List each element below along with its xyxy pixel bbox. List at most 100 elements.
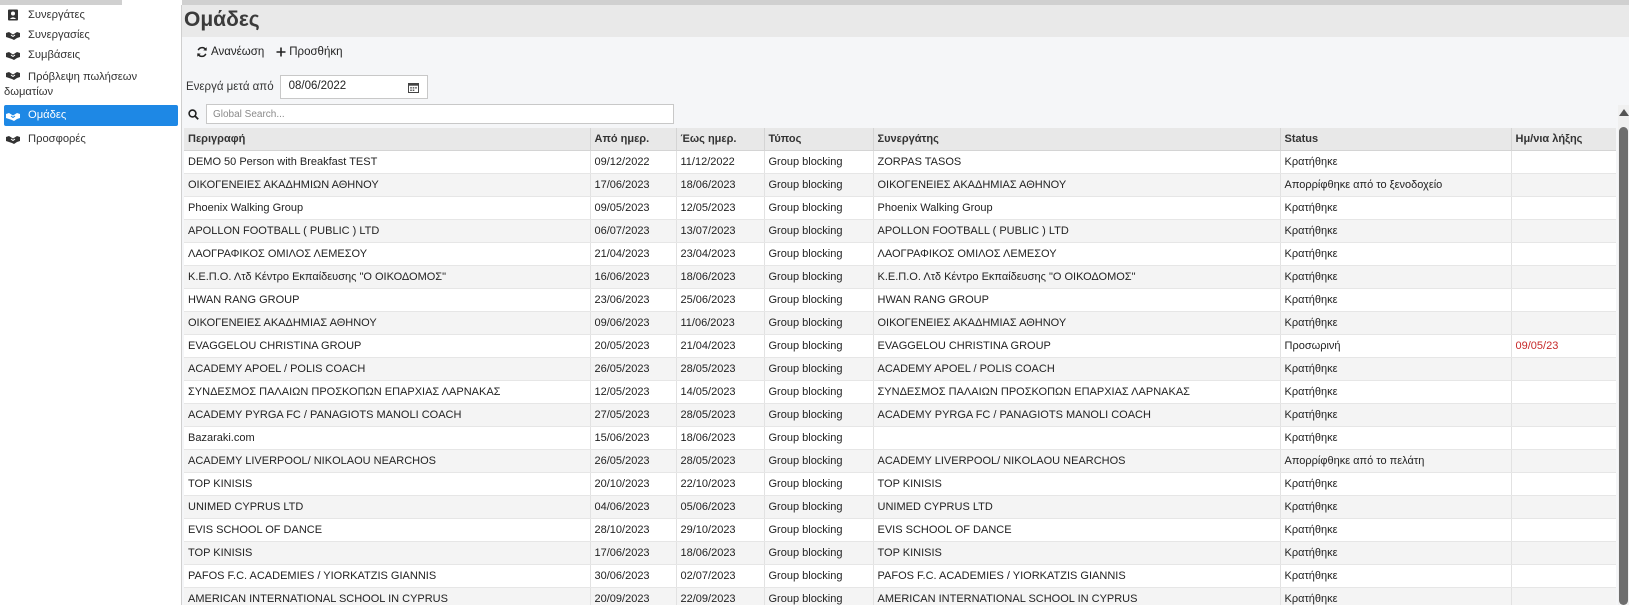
table-row[interactable]: EVIS SCHOOL OF DANCE 28/10/2023 29/10/2023…	[184, 518, 1616, 542]
table-row[interactable]: ΟΙΚΟΓΕΝΕΙΕΣ ΑΚΑΔΗΜΙΑΣ ΑΘΗΝΟΥ 09/06/2023 11…	[184, 311, 1616, 335]
cell-type: Group blocking	[764, 219, 874, 243]
sidebar-item-groups[interactable]: Ομάδες	[4, 105, 178, 126]
scroll-up-arrow-icon[interactable]	[1619, 109, 1629, 116]
cell-description: EVAGGELOU CHRISTINA GROUP	[184, 334, 591, 358]
scrollbar-thumb[interactable]	[1619, 127, 1628, 605]
column-header-partner[interactable]: Συνεργάτης	[873, 128, 1281, 151]
table-row[interactable]: ACADEMY LIVERPOOL/ NIKOLAOU NEARCHOS 26/0…	[184, 449, 1616, 473]
column-header-type[interactable]: Τύπος	[764, 128, 874, 151]
cell-partner: Phoenix Walking Group	[873, 196, 1281, 220]
cell-expiry-date	[1511, 288, 1616, 312]
page-title: Ομάδες	[184, 8, 260, 31]
table-row[interactable]: PAFOS F.C. ACADEMIES / YIORKATZIS GIANNI…	[184, 564, 1616, 588]
sidebar-item-room-sales-forecast[interactable]: Πρόβλεψη πωλήσεων δωματίων	[4, 68, 178, 100]
column-header-from-date[interactable]: Από ημερ.	[590, 128, 677, 151]
cell-description: ΟΙΚΟΓΕΝΕΙΕΣ ΑΚΑΔΗΜΙΑΣ ΑΘΗΝΟΥ	[184, 311, 591, 335]
add-button[interactable]: Προσθήκη	[276, 46, 343, 58]
cell-from-date: 12/05/2023	[590, 380, 677, 404]
cell-to-date: 22/10/2023	[676, 472, 765, 496]
table-row[interactable]: ΣΥΝΔΕΣΜΟΣ ΠΑΛΑΙΩΝ ΠΡΟΣΚΟΠΩΝ ΕΠΑΡΧΙΑΣ ΛΑΡ…	[184, 380, 1616, 404]
sidebar-item-offers[interactable]: Προσφορές	[4, 132, 178, 147]
cell-type: Group blocking	[764, 403, 874, 427]
title-bar: Ομάδες	[182, 5, 1629, 37]
table-row[interactable]: EVAGGELOU CHRISTINA GROUP 20/05/2023 21/04…	[184, 334, 1616, 358]
cell-expiry-date	[1511, 587, 1616, 605]
cell-expiry-date	[1511, 219, 1616, 243]
cell-partner: Κ.Ε.Π.Ο. Λτδ Κέντρο Εκπαίδευσης "Ο ΟΙΚΟΔ…	[873, 265, 1281, 289]
cell-type: Group blocking	[764, 265, 874, 289]
global-search-input[interactable]	[206, 104, 674, 124]
cell-type: Group blocking	[764, 587, 874, 605]
cell-partner: EVIS SCHOOL OF DANCE	[873, 518, 1281, 542]
cell-status: Απορρίφθηκε από το πελάτη	[1280, 449, 1512, 473]
table-row[interactable]: TOP KINISIS 17/06/2023 18/06/2023 Group blo…	[184, 541, 1616, 565]
cell-description: ΟΙΚΟΓΕΝΕΙΕΣ ΑΚΑΔΗΜΙΩΝ ΑΘΗΝΟΥ	[184, 173, 591, 197]
handshake-icon	[6, 52, 20, 60]
cell-partner: AMERICAN INTERNATIONAL SCHOOL IN CYPRUS	[873, 587, 1281, 605]
cell-status: Κρατήθηκε	[1280, 541, 1512, 565]
cell-partner: ΟΙΚΟΓΕΝΕΙΕΣ ΑΚΑΔΗΜΙΑΣ ΑΘΗΝΟΥ	[873, 173, 1281, 197]
cell-to-date: 18/06/2023	[676, 541, 765, 565]
table-scrollbar[interactable]	[1618, 105, 1629, 605]
calendar-icon[interactable]	[407, 82, 419, 93]
table-row[interactable]: APOLLON FOOTBALL ( PUBLIC ) LTD 06/07/202…	[184, 219, 1616, 243]
active-after-date-field[interactable]	[279, 75, 428, 99]
table-row[interactable]: UNIMED CYPRUS LTD 04/06/2023 05/06/2023 Gro…	[184, 495, 1616, 519]
cell-description: TOP KINISIS	[184, 541, 591, 565]
active-after-filter: Ενεργά μετά από	[186, 75, 428, 99]
cell-status: Κρατήθηκε	[1280, 219, 1512, 243]
cell-from-date: 09/06/2023	[590, 311, 677, 335]
sidebar: Συνεργάτες Συνεργασίες Συμβάσεις Πρόβλεψ…	[0, 5, 182, 605]
cell-description: APOLLON FOOTBALL ( PUBLIC ) LTD	[184, 219, 591, 243]
cell-from-date: 27/05/2023	[590, 403, 677, 427]
cell-status: Κρατήθηκε	[1280, 311, 1512, 335]
table-row[interactable]: ΛΑΟΓΡΑΦΙΚΟΣ ΟΜΙΛΟΣ ΛΕΜΕΣΟΥ 21/04/2023 23/0…	[184, 242, 1616, 266]
toolbar: Ανανέωση Προσθήκη	[196, 46, 343, 58]
cell-to-date: 13/07/2023	[676, 219, 765, 243]
table-row[interactable]: TOP KINISIS 20/10/2023 22/10/2023 Group blo…	[184, 472, 1616, 496]
cell-expiry-date	[1511, 150, 1616, 174]
sidebar-item-label: Προσφορές	[28, 133, 86, 145]
cell-partner: ΟΙΚΟΓΕΝΕΙΕΣ ΑΚΑΔΗΜΙΑΣ ΑΘΗΝΟΥ	[873, 311, 1281, 335]
cell-from-date: 23/06/2023	[590, 288, 677, 312]
sidebar-item-collaborations[interactable]: Συνεργασίες	[4, 28, 178, 43]
table-row[interactable]: ACADEMY APOEL / POLIS COACH 26/05/2023 28/…	[184, 357, 1616, 381]
cell-description: ΣΥΝΔΕΣΜΟΣ ΠΑΛΑΙΩΝ ΠΡΟΣΚΟΠΩΝ ΕΠΑΡΧΙΑΣ ΛΑΡ…	[184, 380, 591, 404]
cell-expiry-date	[1511, 380, 1616, 404]
handshake-icon	[6, 32, 20, 40]
cell-partner: ACADEMY PYRGA FC / PANAGIOTS MANOLI COAC…	[873, 403, 1281, 427]
table-row[interactable]: Κ.Ε.Π.Ο. Λτδ Κέντρο Εκπαίδευσης "Ο ΟΙΚΟΔ…	[184, 265, 1616, 289]
cell-from-date: 15/06/2023	[590, 426, 677, 450]
table-row[interactable]: ΟΙΚΟΓΕΝΕΙΕΣ ΑΚΑΔΗΜΙΩΝ ΑΘΗΝΟΥ 17/06/2023 18…	[184, 173, 1616, 197]
cell-from-date: 16/06/2023	[590, 265, 677, 289]
sidebar-item-label: Συμβάσεις	[28, 49, 81, 61]
cell-to-date: 12/05/2023	[676, 196, 765, 220]
cell-to-date: 28/05/2023	[676, 403, 765, 427]
cell-from-date: 17/06/2023	[590, 541, 677, 565]
cell-description: ACADEMY PYRGA FC / PANAGIOTS MANOLI COAC…	[184, 403, 591, 427]
sidebar-item-partners[interactable]: Συνεργάτες	[4, 8, 178, 23]
table-row[interactable]: Phoenix Walking Group 09/05/2023 12/05/202…	[184, 196, 1616, 220]
column-header-status[interactable]: Status	[1280, 128, 1512, 151]
table-row[interactable]: DEMO 50 Person with Breakfast TEST 09/12/…	[184, 150, 1616, 174]
cell-description: EVIS SCHOOL OF DANCE	[184, 518, 591, 542]
add-label: Προσθήκη	[289, 46, 343, 58]
cell-from-date: 09/12/2022	[590, 150, 677, 174]
table-row[interactable]: Bazaraki.com 15/06/2023 18/06/2023 Group bl…	[184, 426, 1616, 450]
table-row[interactable]: ACADEMY PYRGA FC / PANAGIOTS MANOLI COAC…	[184, 403, 1616, 427]
cell-expiry-date	[1511, 265, 1616, 289]
column-header-to-date[interactable]: Έως ημερ.	[676, 128, 765, 151]
column-header-expiry-date[interactable]: Ημ/νια λήξης	[1511, 128, 1616, 151]
cell-expiry-date	[1511, 449, 1616, 473]
main-panel: Ομάδες Ανανέωση Προσθήκη Ενεργά μετά από	[182, 5, 1629, 605]
cell-status: Κρατήθηκε	[1280, 518, 1512, 542]
cell-partner: HWAN RANG GROUP	[873, 288, 1281, 312]
sidebar-item-contracts[interactable]: Συμβάσεις	[4, 48, 178, 63]
active-after-date-input[interactable]	[288, 80, 399, 92]
table-row[interactable]: HWAN RANG GROUP 23/06/2023 25/06/2023 Group…	[184, 288, 1616, 312]
column-header-description[interactable]: Περιγραφή	[184, 128, 591, 151]
refresh-button[interactable]: Ανανέωση	[196, 46, 264, 58]
cell-to-date: 05/06/2023	[676, 495, 765, 519]
table-row[interactable]: AMERICAN INTERNATIONAL SCHOOL IN CYPRUS 2…	[184, 587, 1616, 605]
cell-to-date: 22/09/2023	[676, 587, 765, 605]
